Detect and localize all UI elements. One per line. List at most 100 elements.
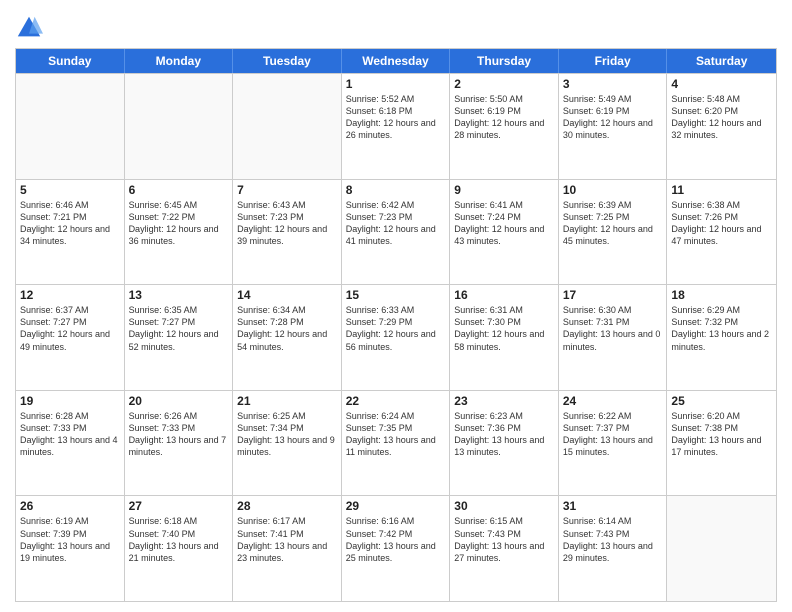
header bbox=[15, 10, 777, 42]
day-number: 8 bbox=[346, 183, 446, 197]
header-tuesday: Tuesday bbox=[233, 49, 342, 73]
day-cell-23: 23Sunrise: 6:23 AM Sunset: 7:36 PM Dayli… bbox=[450, 391, 559, 496]
week-row-4: 19Sunrise: 6:28 AM Sunset: 7:33 PM Dayli… bbox=[16, 390, 776, 496]
day-info: Sunrise: 6:30 AM Sunset: 7:31 PM Dayligh… bbox=[563, 304, 663, 353]
day-info: Sunrise: 6:38 AM Sunset: 7:26 PM Dayligh… bbox=[671, 199, 772, 248]
calendar: Sunday Monday Tuesday Wednesday Thursday… bbox=[15, 48, 777, 602]
day-number: 11 bbox=[671, 183, 772, 197]
page: Sunday Monday Tuesday Wednesday Thursday… bbox=[0, 0, 792, 612]
day-info: Sunrise: 6:15 AM Sunset: 7:43 PM Dayligh… bbox=[454, 515, 554, 564]
day-info: Sunrise: 6:16 AM Sunset: 7:42 PM Dayligh… bbox=[346, 515, 446, 564]
day-number: 16 bbox=[454, 288, 554, 302]
week-row-2: 5Sunrise: 6:46 AM Sunset: 7:21 PM Daylig… bbox=[16, 179, 776, 285]
day-info: Sunrise: 6:14 AM Sunset: 7:43 PM Dayligh… bbox=[563, 515, 663, 564]
day-number: 27 bbox=[129, 499, 229, 513]
day-number: 9 bbox=[454, 183, 554, 197]
day-number: 1 bbox=[346, 77, 446, 91]
day-info: Sunrise: 5:48 AM Sunset: 6:20 PM Dayligh… bbox=[671, 93, 772, 142]
day-number: 22 bbox=[346, 394, 446, 408]
logo bbox=[15, 14, 47, 42]
day-cell-16: 16 Sunrise: 6:31 AM Sunset: 7:30 PM Dayli… bbox=[450, 285, 559, 390]
calendar-body: 1 Sunrise: 5:52 AM Sunset: 6:18 PM Daylig… bbox=[16, 73, 776, 601]
day-info: Sunrise: 6:23 AM Sunset: 7:36 PM Dayligh… bbox=[454, 410, 554, 459]
header-wednesday: Wednesday bbox=[342, 49, 451, 73]
day-number: 30 bbox=[454, 499, 554, 513]
header-thursday: Thursday bbox=[450, 49, 559, 73]
day-cell-3: 3Sunrise: 5:49 AM Sunset: 6:19 PM Daylig… bbox=[559, 74, 668, 179]
empty-cell bbox=[125, 74, 234, 179]
day-info: Sunrise: 6:25 AM Sunset: 7:34 PM Dayligh… bbox=[237, 410, 337, 459]
day-number: 15 bbox=[346, 288, 446, 302]
day-cell-13: 13 Sunrise: 6:35 AM Sunset: 7:27 PM Dayli… bbox=[125, 285, 234, 390]
day-cell-5: 5Sunrise: 6:46 AM Sunset: 7:21 PM Daylig… bbox=[16, 180, 125, 285]
day-cell-24: 24 Sunrise: 6:22 AM Sunset: 7:37 PM Dayli… bbox=[559, 391, 668, 496]
day-info: Sunrise: 5:52 AM Sunset: 6:18 PM Dayligh… bbox=[346, 93, 446, 142]
day-number: 28 bbox=[237, 499, 337, 513]
day-info: Sunrise: 6:43 AM Sunset: 7:23 PM Dayligh… bbox=[237, 199, 337, 248]
day-info: Sunrise: 6:24 AM Sunset: 7:35 PM Dayligh… bbox=[346, 410, 446, 459]
day-cell-17: 17 Sunrise: 6:30 AM Sunset: 7:31 PM Dayli… bbox=[559, 285, 668, 390]
day-number: 20 bbox=[129, 394, 229, 408]
day-number: 10 bbox=[563, 183, 663, 197]
day-cell-28: 28Sunrise: 6:17 AM Sunset: 7:41 PM Dayli… bbox=[233, 496, 342, 601]
day-info: Sunrise: 6:28 AM Sunset: 7:33 PM Dayligh… bbox=[20, 410, 120, 459]
day-info: Sunrise: 6:34 AM Sunset: 7:28 PM Dayligh… bbox=[237, 304, 337, 353]
day-info: Sunrise: 6:46 AM Sunset: 7:21 PM Dayligh… bbox=[20, 199, 120, 248]
day-cell-2: 2 Sunrise: 5:50 AM Sunset: 6:19 PM Daylig… bbox=[450, 74, 559, 179]
day-info: Sunrise: 6:29 AM Sunset: 7:32 PM Dayligh… bbox=[671, 304, 772, 353]
day-cell-12: 12 Sunrise: 6:37 AM Sunset: 7:27 PM Dayli… bbox=[16, 285, 125, 390]
day-info: Sunrise: 6:35 AM Sunset: 7:27 PM Dayligh… bbox=[129, 304, 229, 353]
day-info: Sunrise: 5:50 AM Sunset: 6:19 PM Dayligh… bbox=[454, 93, 554, 142]
day-cell-27: 27 Sunrise: 6:18 AM Sunset: 7:40 PM Dayli… bbox=[125, 496, 234, 601]
day-number: 21 bbox=[237, 394, 337, 408]
day-info: Sunrise: 6:31 AM Sunset: 7:30 PM Dayligh… bbox=[454, 304, 554, 353]
day-info: Sunrise: 6:26 AM Sunset: 7:33 PM Dayligh… bbox=[129, 410, 229, 459]
day-cell-29: 29 Sunrise: 6:16 AM Sunset: 7:42 PM Dayli… bbox=[342, 496, 451, 601]
day-info: Sunrise: 6:37 AM Sunset: 7:27 PM Dayligh… bbox=[20, 304, 120, 353]
day-number: 18 bbox=[671, 288, 772, 302]
day-cell-26: 26 Sunrise: 6:19 AM Sunset: 7:39 PM Dayli… bbox=[16, 496, 125, 601]
day-info: Sunrise: 6:18 AM Sunset: 7:40 PM Dayligh… bbox=[129, 515, 229, 564]
day-number: 29 bbox=[346, 499, 446, 513]
day-number: 24 bbox=[563, 394, 663, 408]
week-row-5: 26 Sunrise: 6:19 AM Sunset: 7:39 PM Dayli… bbox=[16, 495, 776, 601]
header-saturday: Saturday bbox=[667, 49, 776, 73]
day-number: 13 bbox=[129, 288, 229, 302]
logo-icon bbox=[15, 14, 43, 42]
day-cell-22: 22 Sunrise: 6:24 AM Sunset: 7:35 PM Dayli… bbox=[342, 391, 451, 496]
day-cell-1: 1 Sunrise: 5:52 AM Sunset: 6:18 PM Daylig… bbox=[342, 74, 451, 179]
calendar-header: Sunday Monday Tuesday Wednesday Thursday… bbox=[16, 49, 776, 73]
day-number: 3 bbox=[563, 77, 663, 91]
day-cell-6: 6 Sunrise: 6:45 AM Sunset: 7:22 PM Daylig… bbox=[125, 180, 234, 285]
day-number: 14 bbox=[237, 288, 337, 302]
day-cell-10: 10 Sunrise: 6:39 AM Sunset: 7:25 PM Dayli… bbox=[559, 180, 668, 285]
day-info: Sunrise: 6:33 AM Sunset: 7:29 PM Dayligh… bbox=[346, 304, 446, 353]
day-info: Sunrise: 6:19 AM Sunset: 7:39 PM Dayligh… bbox=[20, 515, 120, 564]
header-friday: Friday bbox=[559, 49, 668, 73]
empty-cell bbox=[233, 74, 342, 179]
day-cell-18: 18 Sunrise: 6:29 AM Sunset: 7:32 PM Dayli… bbox=[667, 285, 776, 390]
day-number: 2 bbox=[454, 77, 554, 91]
day-cell-7: 7 Sunrise: 6:43 AM Sunset: 7:23 PM Daylig… bbox=[233, 180, 342, 285]
day-info: Sunrise: 6:42 AM Sunset: 7:23 PM Dayligh… bbox=[346, 199, 446, 248]
day-cell-14: 14 Sunrise: 6:34 AM Sunset: 7:28 PM Dayli… bbox=[233, 285, 342, 390]
day-cell-30: 30 Sunrise: 6:15 AM Sunset: 7:43 PM Dayli… bbox=[450, 496, 559, 601]
day-info: Sunrise: 6:39 AM Sunset: 7:25 PM Dayligh… bbox=[563, 199, 663, 248]
day-cell-11: 11 Sunrise: 6:38 AM Sunset: 7:26 PM Dayli… bbox=[667, 180, 776, 285]
day-cell-9: 9Sunrise: 6:41 AM Sunset: 7:24 PM Daylig… bbox=[450, 180, 559, 285]
day-cell-21: 21 Sunrise: 6:25 AM Sunset: 7:34 PM Dayli… bbox=[233, 391, 342, 496]
day-cell-8: 8 Sunrise: 6:42 AM Sunset: 7:23 PM Daylig… bbox=[342, 180, 451, 285]
day-number: 26 bbox=[20, 499, 120, 513]
day-cell-19: 19Sunrise: 6:28 AM Sunset: 7:33 PM Dayli… bbox=[16, 391, 125, 496]
day-cell-25: 25Sunrise: 6:20 AM Sunset: 7:38 PM Dayli… bbox=[667, 391, 776, 496]
day-number: 17 bbox=[563, 288, 663, 302]
empty-cell bbox=[16, 74, 125, 179]
empty-cell bbox=[667, 496, 776, 601]
day-number: 6 bbox=[129, 183, 229, 197]
day-number: 12 bbox=[20, 288, 120, 302]
day-info: Sunrise: 6:22 AM Sunset: 7:37 PM Dayligh… bbox=[563, 410, 663, 459]
day-cell-4: 4Sunrise: 5:48 AM Sunset: 6:20 PM Daylig… bbox=[667, 74, 776, 179]
day-info: Sunrise: 6:45 AM Sunset: 7:22 PM Dayligh… bbox=[129, 199, 229, 248]
day-number: 7 bbox=[237, 183, 337, 197]
week-row-1: 1 Sunrise: 5:52 AM Sunset: 6:18 PM Daylig… bbox=[16, 73, 776, 179]
